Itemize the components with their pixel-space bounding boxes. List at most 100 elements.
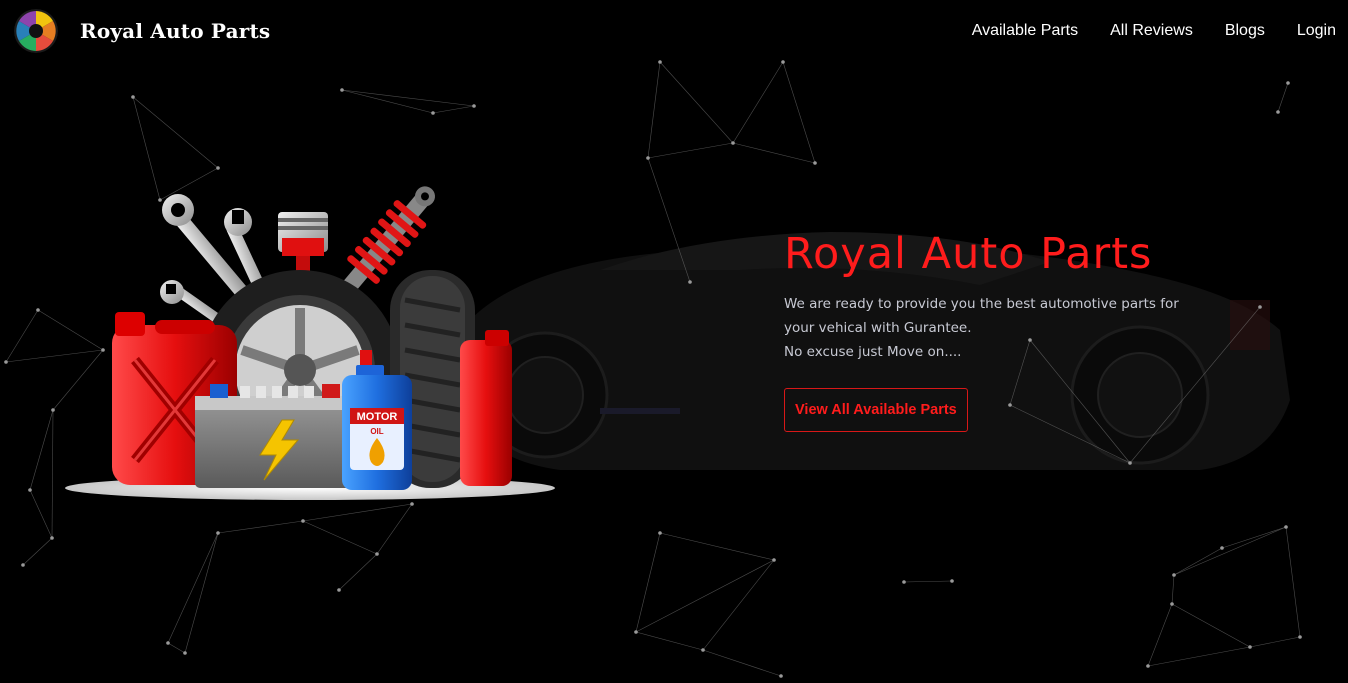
view-all-parts-button[interactable]: View All Available Parts: [784, 388, 968, 432]
network-line: [732, 142, 816, 164]
network-line: [302, 520, 378, 555]
network-line: [903, 580, 953, 583]
network-dot: [1276, 110, 1280, 114]
network-dot: [813, 161, 817, 165]
network-dot: [340, 88, 344, 92]
network-dot: [28, 488, 32, 492]
network-line: [132, 96, 219, 169]
network-line: [167, 532, 219, 644]
network-dot: [375, 552, 379, 556]
auto-parts-illustration: MOTOR OIL: [65, 186, 555, 500]
network-line: [29, 489, 53, 539]
svg-text:OIL: OIL: [370, 427, 383, 436]
network-dot: [950, 579, 954, 583]
network-line: [635, 631, 704, 651]
network-dot: [166, 641, 170, 645]
network-dot: [1146, 664, 1150, 668]
network-dot: [1170, 602, 1174, 606]
network-line: [1249, 636, 1301, 648]
network-dot: [902, 580, 906, 584]
network-dot: [50, 536, 54, 540]
network-dot: [431, 111, 435, 115]
network-dot: [301, 519, 305, 523]
hero-title: Royal Auto Parts: [784, 229, 1153, 279]
network-dot: [1284, 525, 1288, 529]
brand-logo-icon: [14, 9, 58, 53]
nav-link-all-reviews[interactable]: All Reviews: [1110, 22, 1193, 40]
hero-description-line-3: No excuse just Move on....: [784, 344, 962, 360]
network-line: [5, 309, 39, 363]
network-line: [635, 559, 775, 633]
network-dot: [337, 588, 341, 592]
network-dot: [183, 651, 187, 655]
network-line: [1173, 547, 1223, 576]
nav-link-available-parts[interactable]: Available Parts: [972, 22, 1078, 40]
network-dot: [472, 104, 476, 108]
network-dot: [1220, 546, 1224, 550]
network-line: [647, 142, 734, 159]
network-dot: [1172, 573, 1176, 577]
network-line: [732, 61, 784, 144]
hero-description-line-1: We are ready to provide you the best aut…: [784, 296, 1179, 312]
network-line: [1285, 526, 1301, 638]
network-line: [1173, 526, 1287, 576]
network-dot: [731, 141, 735, 145]
network-line: [217, 520, 304, 534]
network-dot: [1128, 461, 1132, 465]
network-dot: [51, 408, 55, 412]
hero-description: We are ready to provide you the best aut…: [784, 292, 1304, 364]
jerrycan-right-icon: [460, 330, 512, 486]
nav-link-blogs[interactable]: Blogs: [1225, 22, 1265, 40]
network-dot: [36, 308, 40, 312]
network-dot: [779, 674, 783, 678]
network-line: [635, 532, 661, 633]
svg-text:MOTOR: MOTOR: [357, 411, 398, 423]
network-line: [376, 503, 413, 555]
network-line: [659, 532, 775, 561]
network-line: [647, 157, 691, 283]
network-line: [167, 642, 186, 654]
network-dot: [701, 648, 705, 652]
network-line: [1147, 603, 1173, 667]
battery-icon: [195, 384, 355, 488]
network-dot: [772, 558, 776, 562]
network-line: [702, 649, 782, 677]
network-dot: [1248, 645, 1252, 649]
network-line: [647, 61, 661, 159]
brand[interactable]: Royal Auto Parts: [14, 9, 270, 53]
network-line: [702, 559, 775, 651]
network-line: [1221, 526, 1287, 549]
network-line: [1147, 646, 1251, 667]
network-dot: [216, 166, 220, 170]
network-line: [341, 89, 434, 114]
nav-links: Available Parts All Reviews Blogs Login: [940, 22, 1336, 40]
network-line: [1277, 82, 1289, 113]
navbar: Royal Auto Parts Available Parts All Rev…: [0, 0, 1348, 62]
network-line: [51, 409, 54, 539]
network-line: [341, 89, 475, 107]
network-line: [338, 553, 378, 591]
network-line: [1171, 574, 1175, 605]
network-dot: [4, 360, 8, 364]
hero-description-line-2: your vehical with Gurantee.: [784, 320, 972, 336]
network-dot: [21, 563, 25, 567]
network-dot: [634, 630, 638, 634]
network-dot: [1298, 635, 1302, 639]
network-dot: [216, 531, 220, 535]
network-line: [782, 61, 816, 164]
hero-content: Royal Auto Parts We are ready to provide…: [784, 228, 1304, 432]
network-line: [29, 409, 54, 491]
network-line: [22, 537, 53, 566]
page: Royal Auto Parts Available Parts All Rev…: [0, 0, 1348, 683]
nav-link-login[interactable]: Login: [1297, 22, 1336, 40]
network-line: [432, 105, 475, 114]
brand-name[interactable]: Royal Auto Parts: [80, 19, 270, 43]
network-dot: [688, 280, 692, 284]
network-dot: [131, 95, 135, 99]
network-dot: [658, 531, 662, 535]
network-dot: [646, 156, 650, 160]
network-dot: [1286, 81, 1290, 85]
network-line: [1171, 603, 1251, 648]
network-line: [184, 532, 219, 654]
network-line: [659, 61, 734, 144]
